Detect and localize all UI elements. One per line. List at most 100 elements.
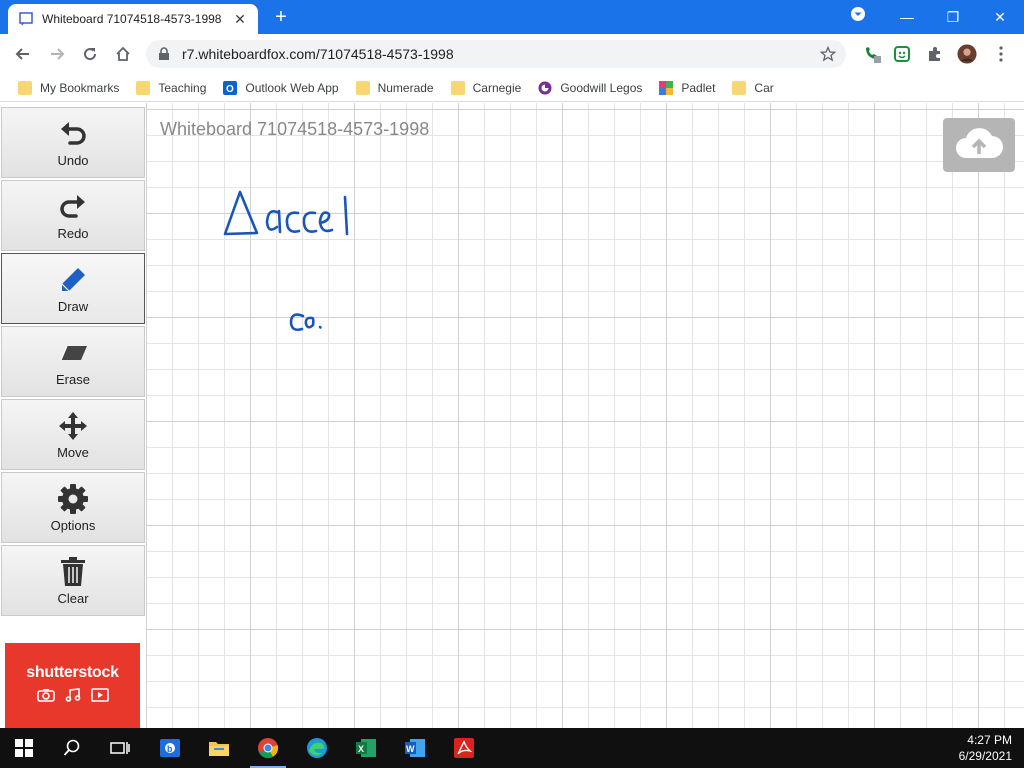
- clock-date: 6/29/2021: [958, 749, 1012, 763]
- tool-label: Move: [57, 444, 89, 460]
- bookmark-numerade[interactable]: Numerade: [355, 80, 434, 95]
- word-icon[interactable]: W: [403, 736, 427, 760]
- bookmark-my-bookmarks[interactable]: My Bookmarks: [18, 80, 120, 95]
- bookmark-label: Outlook Web App: [245, 80, 339, 95]
- goodwill-icon: [538, 81, 552, 95]
- svg-text:O: O: [226, 84, 234, 95]
- letter-a-stroke: [265, 209, 282, 234]
- letter-o-stroke: [304, 316, 315, 329]
- bookmark-car[interactable]: Car: [732, 80, 774, 95]
- svg-text:X: X: [358, 744, 364, 754]
- edge-icon[interactable]: [305, 736, 329, 760]
- lock-icon[interactable]: [158, 47, 172, 61]
- folder-icon: [136, 80, 151, 95]
- trash-icon: [57, 556, 89, 588]
- close-window-icon[interactable]: ✕: [988, 6, 1012, 28]
- reload-icon[interactable]: [79, 43, 101, 65]
- tool-label: Erase: [56, 371, 90, 387]
- bookmark-label: Numerade: [377, 80, 434, 95]
- profile-avatar-icon[interactable]: [957, 44, 977, 64]
- restore-icon[interactable]: ❐: [941, 6, 965, 28]
- pencil-icon: [57, 264, 89, 296]
- excel-icon[interactable]: X: [354, 736, 378, 760]
- erase-button[interactable]: Erase: [1, 326, 145, 397]
- task-view-icon[interactable]: [108, 736, 132, 760]
- folder-icon: [18, 80, 32, 95]
- bing-app-icon[interactable]: b: [158, 736, 182, 760]
- delta-stroke: [223, 190, 259, 236]
- menu-kebab-icon[interactable]: [991, 44, 1011, 64]
- bookmark-padlet[interactable]: Padlet: [659, 80, 716, 95]
- gear-icon: [57, 483, 89, 515]
- search-icon[interactable]: [60, 736, 84, 760]
- url-text[interactable]: r7.whiteboardfox.com/71074518-4573-1998: [182, 46, 454, 62]
- tool-label: Clear: [57, 590, 89, 606]
- browser-toolbar: r7.whiteboardfox.com/71074518-4573-1998: [0, 34, 1024, 74]
- music-note-icon: [65, 688, 81, 707]
- camera-icon: [36, 688, 55, 707]
- profile-dropdown-icon[interactable]: [846, 6, 870, 28]
- folder-icon: [450, 80, 465, 95]
- ad-brand-text: shutterstock: [26, 664, 119, 681]
- address-bar[interactable]: r7.whiteboardfox.com/71074518-4573-1998: [146, 40, 846, 68]
- green-extension-icon[interactable]: [892, 44, 912, 64]
- whiteboard-canvas[interactable]: Whiteboard 71074518-4573-1998: [146, 103, 1024, 728]
- redo-button[interactable]: Redo: [1, 180, 145, 251]
- move-icon: [57, 410, 89, 442]
- folder-icon: [355, 80, 370, 95]
- bookmark-label: Car: [754, 80, 774, 95]
- system-clock[interactable]: 4:27 PM 6/29/2021: [959, 732, 1012, 764]
- forward-icon[interactable]: [46, 43, 68, 65]
- bookmark-teaching[interactable]: Teaching: [136, 80, 207, 95]
- video-play-icon: [90, 688, 109, 707]
- move-button[interactable]: Move: [1, 399, 145, 470]
- file-explorer-icon[interactable]: [207, 736, 231, 760]
- tab-title: Whiteboard 71074518-4573-1998: [42, 12, 222, 26]
- bookmark-goodwill-legos[interactable]: Goodwill Legos: [538, 81, 642, 95]
- bookmark-carnegie[interactable]: Carnegie: [450, 80, 522, 95]
- browser-tab[interactable]: Whiteboard 71074518-4573-1998 ✕: [8, 4, 258, 34]
- shutterstock-ad[interactable]: shutterstock: [5, 643, 140, 728]
- period-stroke: [318, 325, 322, 329]
- bookmark-label: Carnegie: [472, 80, 522, 95]
- windows-start-icon[interactable]: [12, 736, 36, 760]
- bookmark-label: My Bookmarks: [40, 80, 120, 95]
- acrobat-icon[interactable]: [452, 736, 476, 760]
- tool-label: Draw: [57, 298, 89, 314]
- letter-l-stroke: [343, 195, 349, 236]
- puzzle-extensions-icon[interactable]: [925, 44, 945, 64]
- svg-text:b: b: [167, 744, 173, 754]
- bookmarks-bar: My Bookmarks Teaching O Outlook Web App …: [0, 74, 1024, 102]
- letter-c3-stroke: [289, 313, 305, 332]
- draw-button[interactable]: Draw: [1, 253, 145, 324]
- svg-text:W: W: [406, 744, 415, 754]
- new-tab-button[interactable]: +: [270, 7, 292, 29]
- outlook-icon: O: [223, 80, 238, 95]
- tool-label: Undo: [57, 152, 89, 168]
- bookmark-label: Goodwill Legos: [560, 80, 643, 95]
- undo-button[interactable]: Undo: [1, 107, 145, 178]
- minimize-icon[interactable]: —: [895, 6, 919, 28]
- bookmark-label: Teaching: [158, 80, 207, 95]
- phone-extension-icon[interactable]: [862, 44, 882, 64]
- handwriting-strokes: [223, 190, 349, 332]
- bookmark-label: Padlet: [681, 80, 716, 95]
- browser-titlebar: Whiteboard 71074518-4573-1998 ✕ + — ❐ ✕: [0, 0, 1024, 34]
- bookmark-outlook[interactable]: O Outlook Web App: [223, 80, 339, 95]
- tool-label: Redo: [57, 225, 89, 241]
- clear-button[interactable]: Clear: [1, 545, 145, 616]
- whiteboard-favicon-icon: [18, 11, 34, 27]
- eraser-icon: [57, 337, 89, 369]
- back-icon[interactable]: [12, 43, 34, 65]
- letter-c2-stroke: [302, 211, 318, 233]
- chrome-icon[interactable]: [256, 736, 280, 760]
- whiteboard-page: Undo Redo Draw Erase Move Options Clear …: [0, 103, 1024, 728]
- undo-icon: [57, 118, 89, 150]
- bookmark-star-icon[interactable]: [819, 45, 837, 62]
- home-icon[interactable]: [112, 43, 134, 65]
- clock-time: 4:27 PM: [967, 733, 1012, 747]
- options-button[interactable]: Options: [1, 472, 145, 543]
- tool-label: Options: [50, 517, 96, 533]
- tool-sidebar: Undo Redo Draw Erase Move Options Clear …: [0, 103, 146, 728]
- tab-close-icon[interactable]: ✕: [232, 11, 248, 27]
